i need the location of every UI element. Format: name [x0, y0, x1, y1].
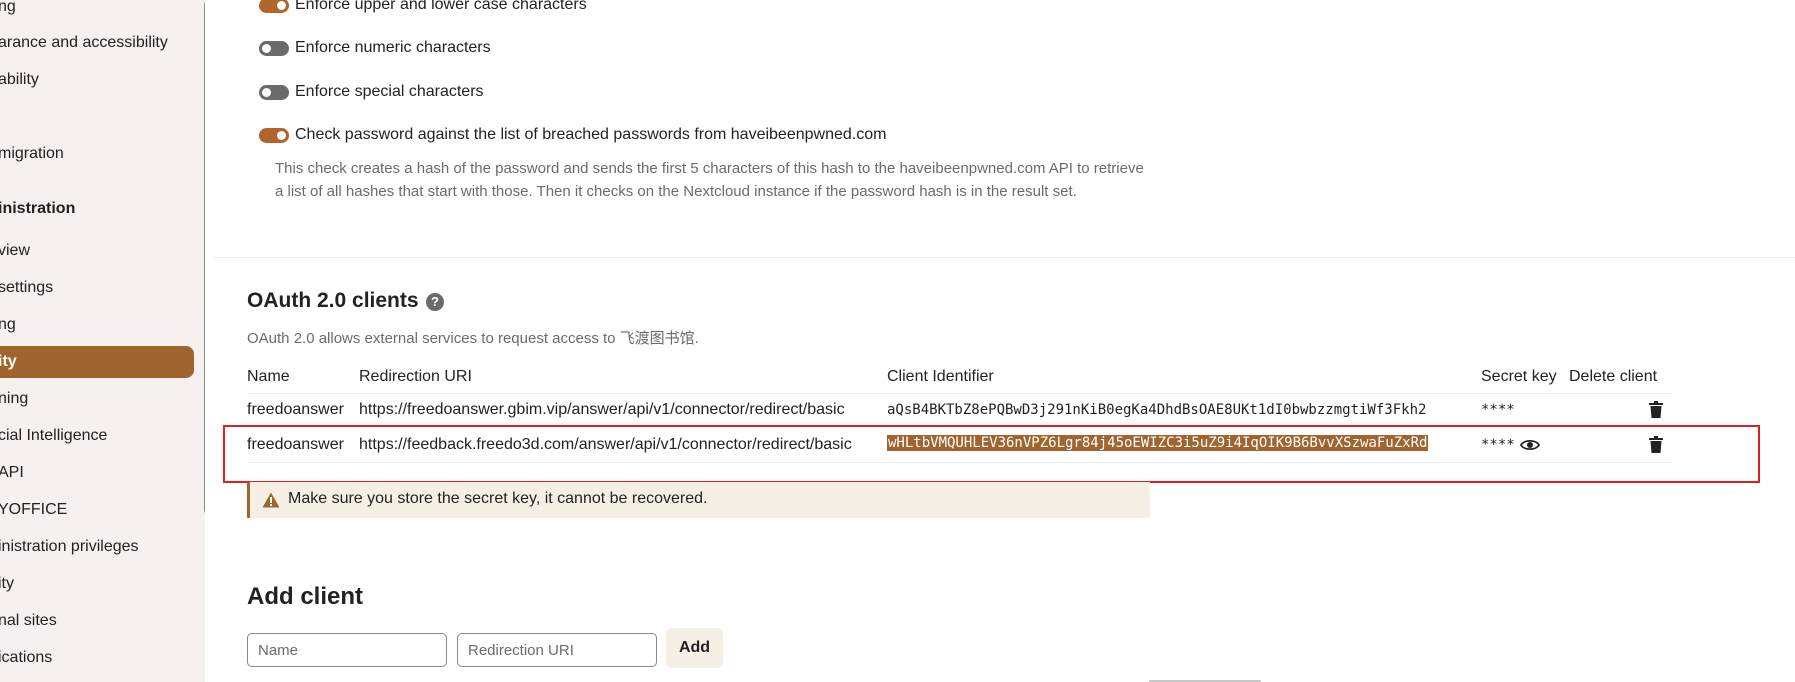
- sidebar-item-label: arance and accessibility: [0, 34, 168, 51]
- sidebar-item-activity[interactable]: ity: [0, 568, 194, 600]
- oauth-section-title: OAuth 2.0 clients: [247, 289, 419, 312]
- sidebar-item-sharing-admin[interactable]: ng: [0, 309, 194, 341]
- sidebar-item-notifications[interactable]: ications: [0, 642, 194, 674]
- breach-check-hint: This check creates a hash of the passwor…: [275, 160, 1144, 200]
- sidebar-item-label: ity: [0, 575, 14, 592]
- warning-text: Make sure you store the secret key, it c…: [288, 490, 708, 507]
- sidebar-item-label: migration: [0, 145, 64, 162]
- sidebar-scrollbar[interactable]: [204, 0, 205, 515]
- settings-sidebar: ng arance and accessibility ability migr…: [0, 0, 205, 682]
- sidebar-item-label: ning: [0, 390, 29, 407]
- sidebar-item-availability[interactable]: ability: [0, 64, 194, 96]
- sidebar-item-external-sites[interactable]: nal sites: [0, 605, 194, 637]
- sidebar-item-label: ng: [0, 0, 16, 15]
- toggle-special[interactable]: [259, 85, 289, 100]
- column-header-name: Name: [247, 368, 290, 385]
- toggle-label-numeric: Enforce numeric characters: [295, 39, 491, 56]
- delete-client-icon[interactable]: [1648, 401, 1664, 419]
- toggle-numeric[interactable]: [259, 41, 289, 56]
- toggle-breached-passwords[interactable]: [259, 128, 289, 143]
- column-header-client-id: Client Identifier: [887, 368, 994, 385]
- add-client-title: Add client: [247, 583, 364, 610]
- sidebar-item-overview[interactable]: view: [0, 235, 194, 267]
- sidebar-item-label: YOFFICE: [0, 501, 68, 518]
- redirection-uri-input[interactable]: [457, 633, 657, 667]
- warning-icon: [262, 492, 280, 508]
- toggle-upper-lower-case[interactable]: [259, 0, 289, 13]
- security-settings-content: Enforce upper and lower case characters …: [214, 0, 1795, 682]
- column-header-delete: Delete client: [1569, 368, 1658, 385]
- sidebar-item-basic-settings[interactable]: settings: [0, 272, 194, 304]
- oauth-description: OAuth 2.0 allows external services to re…: [247, 330, 699, 347]
- sidebar-item-label: ity: [0, 353, 17, 370]
- sidebar-item-theming[interactable]: ning: [0, 383, 194, 415]
- client-redirect-uri: https://freedoanswer.gbim.vip/answer/api…: [359, 401, 845, 418]
- sidebar-item-label: nal sites: [0, 612, 57, 629]
- sidebar-heading-label: inistration: [0, 200, 76, 217]
- sidebar-item-label: ications: [0, 649, 53, 666]
- sidebar-item-api[interactable]: API: [0, 457, 194, 489]
- client-name: freedoanswer: [247, 401, 344, 418]
- client-name-input[interactable]: [247, 633, 447, 667]
- toggle-label-special: Enforce special characters: [295, 83, 484, 100]
- sidebar-item-artificial-intelligence[interactable]: cial Intelligence: [0, 420, 194, 452]
- sidebar-item-onlyoffice[interactable]: YOFFICE: [0, 494, 194, 526]
- help-icon[interactable]: ?: [426, 293, 444, 311]
- sidebar-item-label: API: [0, 464, 24, 481]
- table-divider: [247, 393, 1672, 394]
- secret-key-warning: Make sure you store the secret key, it c…: [247, 482, 1150, 518]
- sidebar-item-migration[interactable]: migration: [0, 138, 194, 170]
- add-client-button[interactable]: Add: [666, 628, 723, 668]
- sidebar-item-label: ability: [0, 71, 39, 88]
- sidebar-item-label: view: [0, 242, 31, 259]
- sidebar-item-label: ng: [0, 316, 16, 333]
- sidebar-item-label: inistration privileges: [0, 538, 139, 555]
- sidebar-item-appearance[interactable]: arance and accessibility: [0, 27, 194, 59]
- toggle-label-breached-passwords: Check password against the list of breac…: [295, 126, 887, 143]
- sidebar-item-administration-privileges[interactable]: inistration privileges: [0, 531, 194, 563]
- highlight-annotation: [223, 425, 1760, 483]
- toggle-label-upper-lower-case: Enforce upper and lower case characters: [295, 0, 587, 13]
- section-divider: [214, 257, 1795, 258]
- sidebar-item-sharing[interactable]: ng: [0, 0, 194, 23]
- client-secret-masked: ****: [1481, 402, 1515, 418]
- column-header-secret: Secret key: [1481, 368, 1557, 385]
- sidebar-heading-administration: inistration: [0, 193, 194, 225]
- column-header-redirect: Redirection URI: [359, 368, 472, 385]
- sidebar-item-label: settings: [0, 279, 54, 296]
- sidebar-item-security[interactable]: ity: [0, 346, 194, 378]
- sidebar-item-label: cial Intelligence: [0, 427, 108, 444]
- client-identifier[interactable]: aQsB4BKTbZ8ePQBwD3j291nKiB0egKa4DhdBsOAE…: [887, 402, 1426, 418]
